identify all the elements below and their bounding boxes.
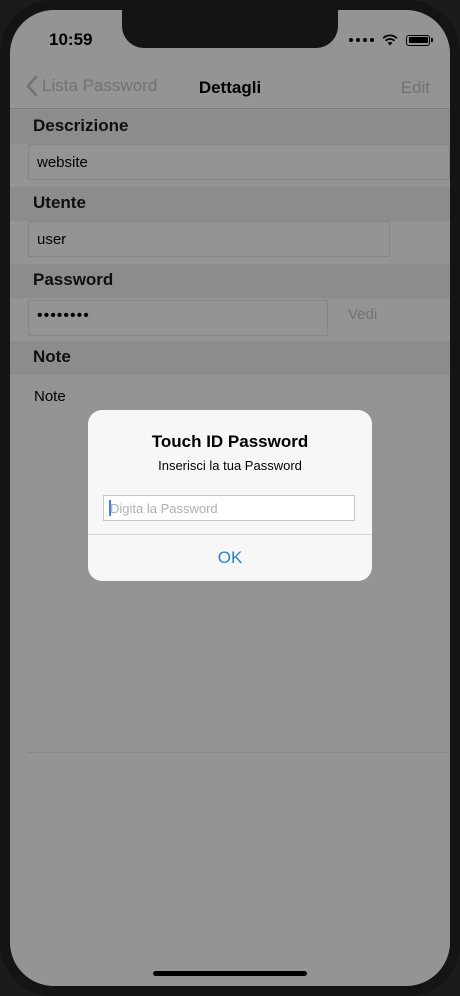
screen: 10:59 Lista Password Dettagli Edit Descr… bbox=[10, 10, 450, 986]
touch-id-alert: Touch ID Password Inserisci la tua Passw… bbox=[88, 410, 372, 581]
alert-title: Touch ID Password bbox=[151, 432, 309, 451]
home-indicator[interactable] bbox=[153, 971, 307, 976]
text-cursor bbox=[109, 500, 111, 516]
password-input[interactable] bbox=[103, 495, 355, 521]
device-frame: 10:59 Lista Password Dettagli Edit Descr… bbox=[0, 0, 460, 996]
device-notch bbox=[122, 10, 338, 48]
ok-button[interactable]: OK bbox=[88, 535, 372, 581]
alert-message: Inserisci la tua Password bbox=[158, 458, 302, 473]
